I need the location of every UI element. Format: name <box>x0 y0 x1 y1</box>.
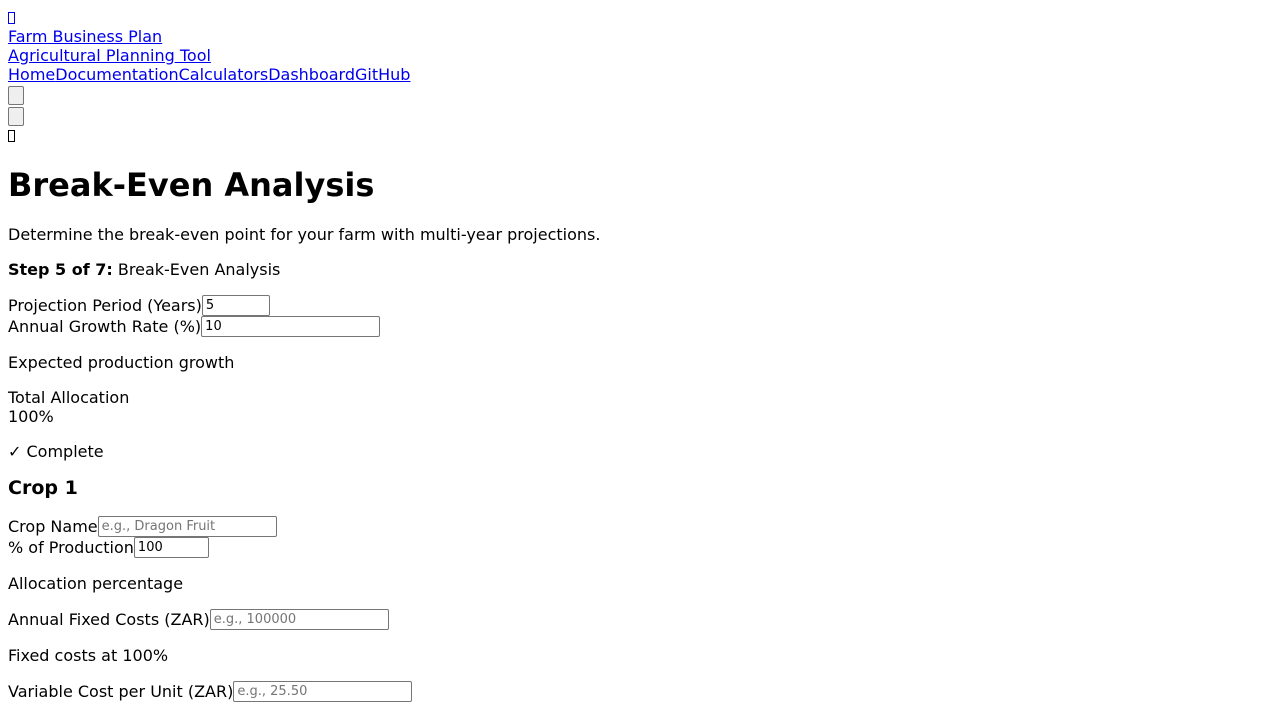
menu-icon <box>8 12 15 24</box>
nav-github[interactable]: GitHub <box>355 65 410 84</box>
variable-cost-input[interactable] <box>233 681 413 702</box>
allocation-status: ✓ Complete <box>8 442 104 461</box>
menu-toggle-button[interactable] <box>8 86 24 105</box>
nav-dashboard[interactable]: Dashboard <box>268 65 355 84</box>
page-title: Break-Even Analysis <box>8 166 375 204</box>
brand-title-link[interactable]: Farm Business Plan <box>8 27 1272 46</box>
crop-name-row: Crop Name <box>8 516 1272 537</box>
allocation-help-text: Allocation percentage <box>8 574 184 593</box>
crop-name-input[interactable] <box>97 516 277 537</box>
production-percent-label: % of Production <box>8 538 134 557</box>
nav-home[interactable]: Home <box>8 65 55 84</box>
variable-cost-row: Variable Cost per Unit (ZAR) <box>8 681 1272 702</box>
nav-documentation[interactable]: Documentation <box>55 65 178 84</box>
fixed-costs-row: Annual Fixed Costs (ZAR) <box>8 609 1272 630</box>
growth-rate-label: Annual Growth Rate (%) <box>8 317 202 336</box>
fixed-costs-label: Annual Fixed Costs (ZAR) <box>8 610 210 629</box>
projection-period-label: Projection Period (Years) <box>8 296 202 315</box>
main-nav: HomeDocumentationCalculatorsDashboardGit… <box>8 65 1272 84</box>
fixed-costs-input[interactable] <box>209 609 389 630</box>
growth-rate-row: Annual Growth Rate (%) <box>8 316 1272 337</box>
fixed-costs-help-text: Fixed costs at 100% <box>8 646 169 665</box>
nav-calculators[interactable]: Calculators <box>179 65 269 84</box>
theme-toggle-button[interactable] <box>8 107 24 126</box>
projection-period-input[interactable] <box>201 295 270 316</box>
production-percent-input[interactable] <box>133 537 209 558</box>
total-allocation-value: 100% <box>8 407 54 426</box>
growth-rate-input[interactable] <box>201 316 381 337</box>
crop-name-label: Crop Name <box>8 517 98 536</box>
production-percent-row: % of Production <box>8 537 1272 558</box>
step-name: Break-Even Analysis <box>112 260 281 279</box>
step-indicator: Step 5 of 7: Break-Even Analysis <box>8 260 1272 279</box>
brand-subtitle-link[interactable]: Agricultural Planning Tool <box>8 46 1272 65</box>
projection-period-row: Projection Period (Years) <box>8 295 1272 316</box>
variable-cost-label: Variable Cost per Unit (ZAR) <box>8 682 234 701</box>
step-label: Step 5 of 7: <box>8 260 113 279</box>
crop-heading: Crop 1 <box>8 477 78 499</box>
page-description: Determine the break-even point for your … <box>8 225 601 244</box>
total-allocation-label: Total Allocation <box>8 388 130 407</box>
growth-help-text: Expected production growth <box>8 353 235 372</box>
page: Farm Business Plan Agricultural Planning… <box>0 0 1280 702</box>
calculator-icon <box>8 130 15 142</box>
calculator-icon-row <box>8 126 1272 145</box>
menu-icon-link[interactable] <box>8 8 17 27</box>
